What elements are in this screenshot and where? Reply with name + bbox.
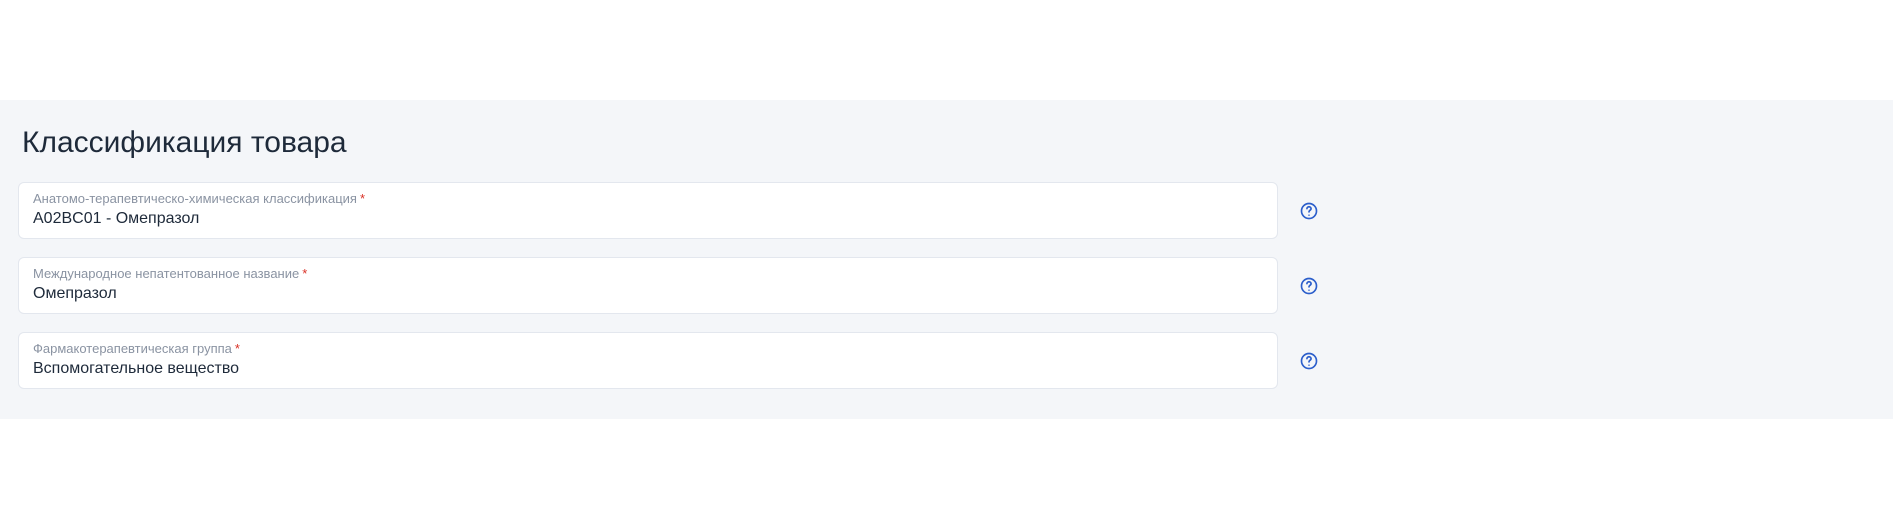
section-title: Классификация товара <box>18 126 1875 160</box>
help-icon[interactable] <box>1298 200 1320 222</box>
required-star: * <box>302 266 307 281</box>
inn-label: Международное непатентованное название * <box>33 266 1263 281</box>
help-icon[interactable] <box>1298 275 1320 297</box>
pharmgroup-label: Фармакотерапевтическая группа * <box>33 341 1263 356</box>
required-star: * <box>235 341 240 356</box>
inn-input[interactable] <box>33 285 1263 303</box>
field-row-atc: Анатомо-терапевтическо-химическая класси… <box>18 182 1875 239</box>
help-icon[interactable] <box>1298 350 1320 372</box>
required-star: * <box>360 191 365 206</box>
pharmgroup-label-text: Фармакотерапевтическая группа <box>33 341 232 356</box>
field-row-pharmgroup: Фармакотерапевтическая группа * <box>18 332 1875 389</box>
top-spacer <box>0 0 1893 100</box>
atc-field[interactable]: Анатомо-терапевтическо-химическая класси… <box>18 182 1278 239</box>
pharmgroup-field[interactable]: Фармакотерапевтическая группа * <box>18 332 1278 389</box>
atc-label: Анатомо-терапевтическо-химическая класси… <box>33 191 1263 206</box>
atc-label-text: Анатомо-терапевтическо-химическая класси… <box>33 191 357 206</box>
pharmgroup-input[interactable] <box>33 360 1263 378</box>
inn-field[interactable]: Международное непатентованное название * <box>18 257 1278 314</box>
atc-input[interactable] <box>33 210 1263 228</box>
classification-panel: Классификация товара Анатомо-терапевтиче… <box>0 100 1893 419</box>
inn-label-text: Международное непатентованное название <box>33 266 299 281</box>
field-row-inn: Международное непатентованное название * <box>18 257 1875 314</box>
